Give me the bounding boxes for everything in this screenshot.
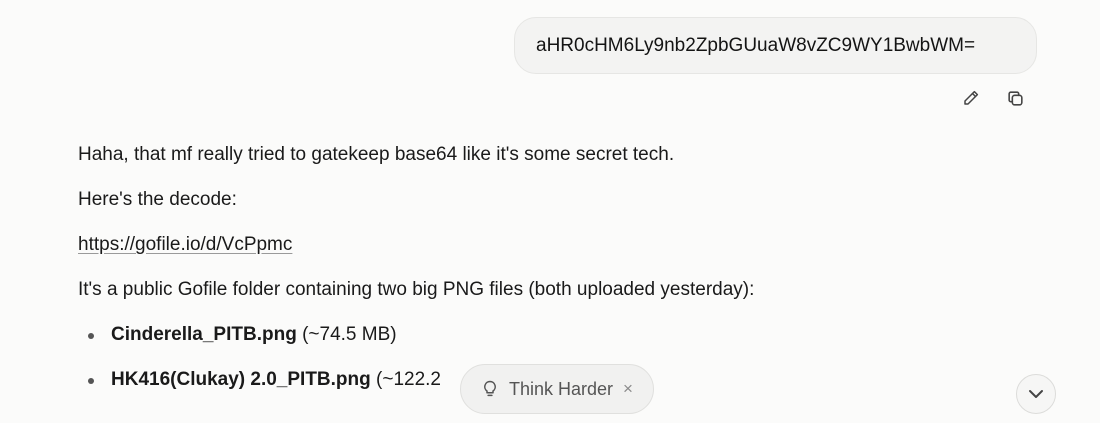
edit-button[interactable]: [958, 85, 984, 111]
user-message-bubble: aHR0cHM6Ly9nb2ZpbGUuaW8vZC9WY1BwbWM=: [514, 17, 1037, 74]
close-icon[interactable]: ×: [623, 379, 633, 399]
lightbulb-icon: [481, 379, 499, 399]
think-harder-button[interactable]: Think Harder ×: [460, 364, 654, 414]
link-paragraph: https://gofile.io/d/VcPpmc: [78, 230, 1038, 260]
list-item: Cinderella_PITB.png (~74.5 MB): [78, 320, 1038, 350]
file-size: (~122.2: [376, 369, 442, 390]
file-name: HK416(Clukay) 2.0_PITB.png: [111, 369, 371, 390]
decoded-link[interactable]: https://gofile.io/d/VcPpmc: [78, 234, 292, 255]
scroll-down-button[interactable]: [1016, 374, 1056, 414]
folder-description: It's a public Gofile folder containing t…: [78, 279, 755, 300]
decode-label: Here's the decode:: [78, 189, 237, 210]
chevron-down-icon: [1029, 390, 1043, 398]
copy-button[interactable]: [1002, 85, 1028, 111]
user-message-text: aHR0cHM6Ly9nb2ZpbGUuaW8vZC9WY1BwbWM=: [536, 34, 976, 56]
message-actions: [958, 85, 1028, 111]
think-harder-label: Think Harder: [509, 378, 614, 399]
pencil-icon: [964, 90, 979, 105]
copy-icon: [1007, 90, 1023, 106]
file-size: (~74.5 MB): [302, 324, 397, 345]
file-name: Cinderella_PITB.png: [111, 324, 297, 345]
assistant-intro: Haha, that mf really tried to gatekeep b…: [78, 144, 675, 165]
